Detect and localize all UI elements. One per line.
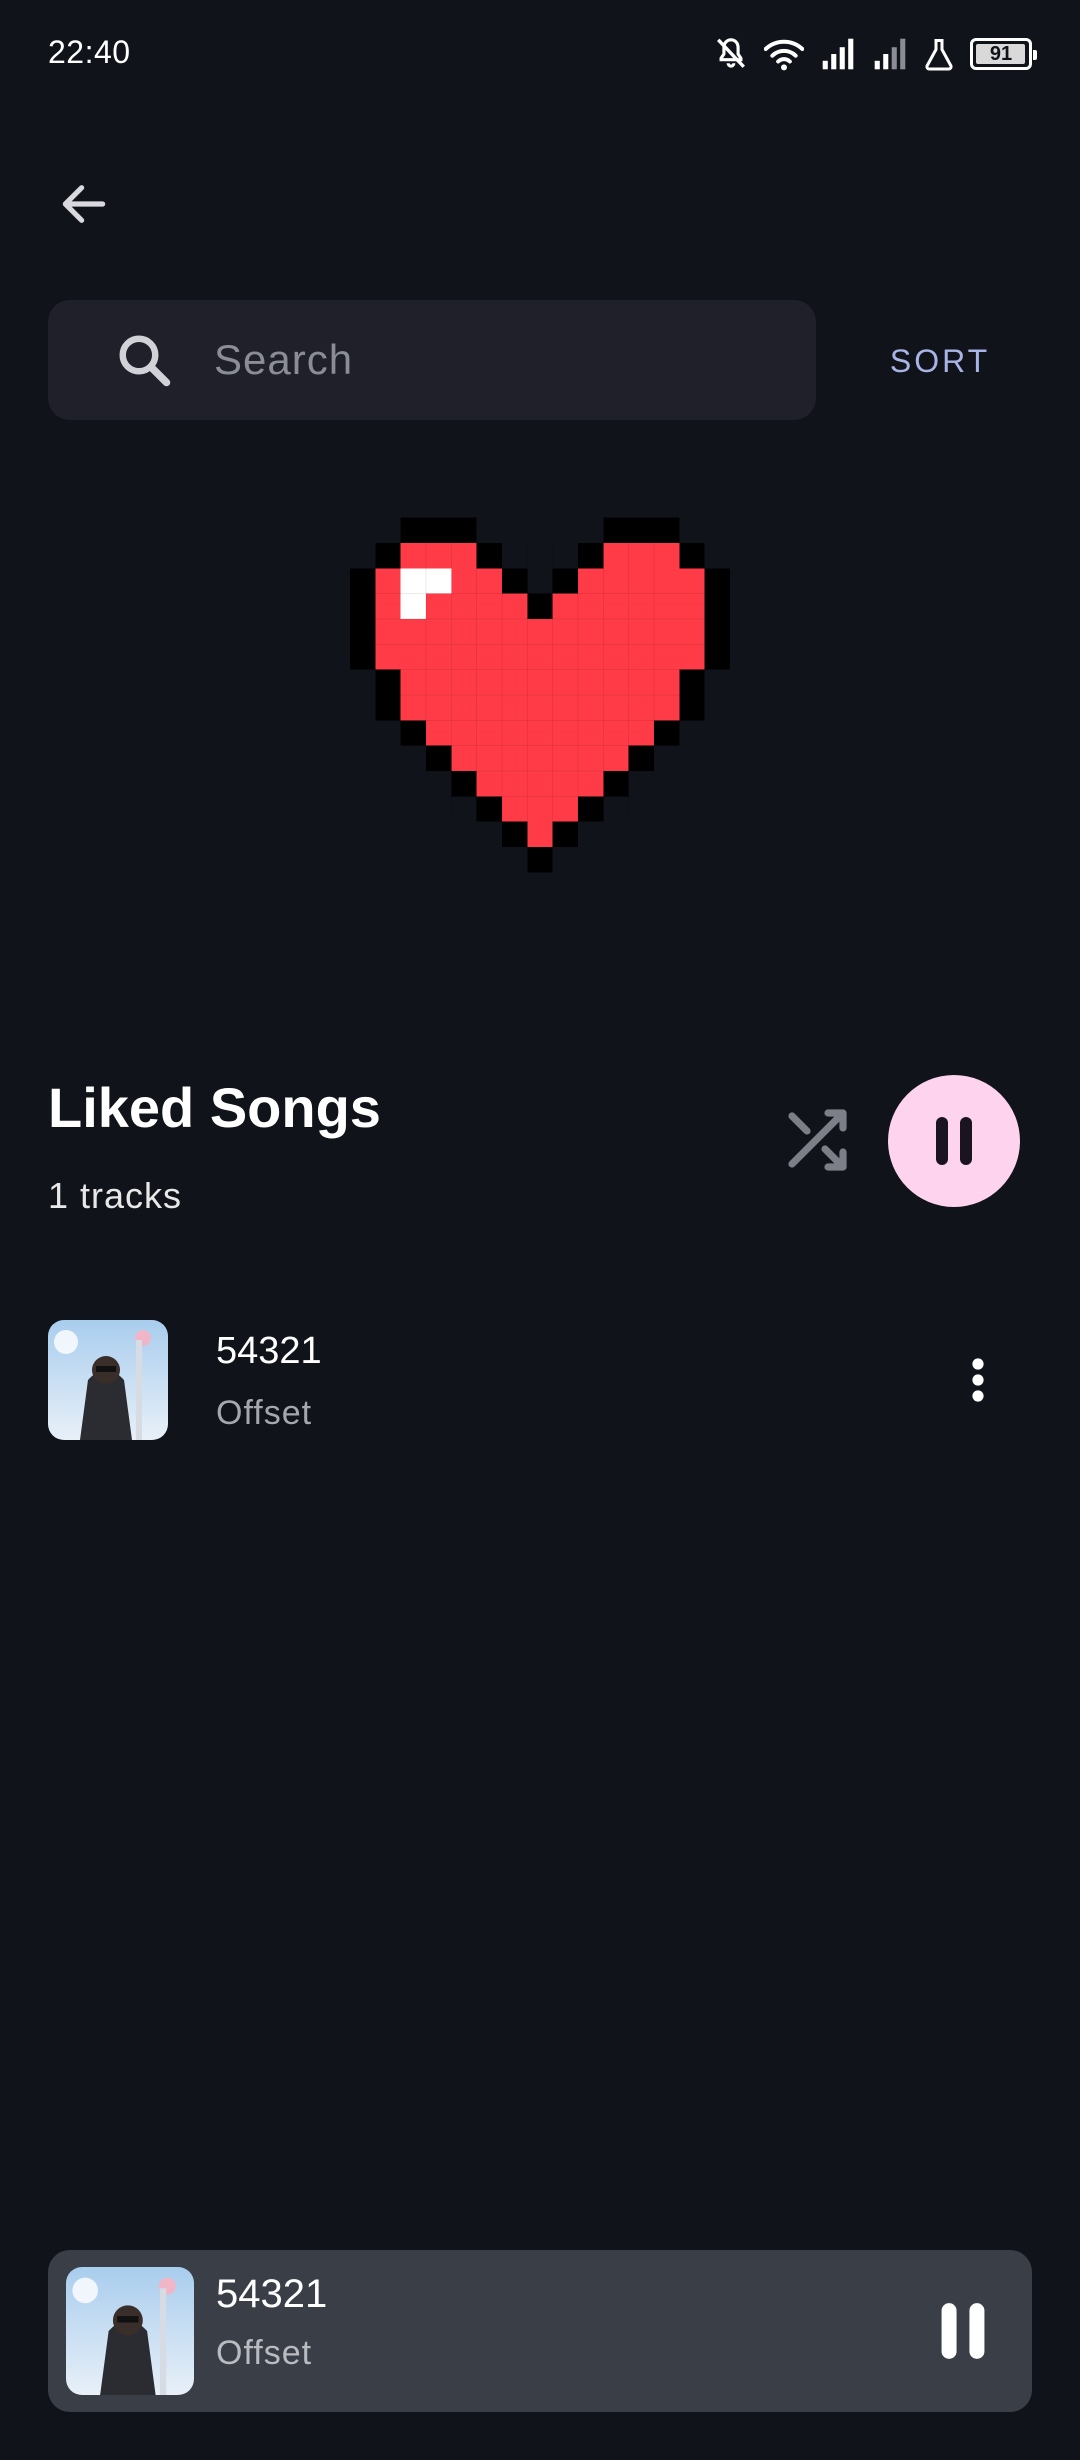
- more-vert-icon: [972, 1358, 984, 1402]
- pixel-heart-icon: [350, 517, 730, 873]
- battery-percent: 91: [989, 42, 1013, 65]
- bell-off-icon: [717, 38, 745, 68]
- search-input[interactable]: [214, 320, 774, 400]
- mini-album-cover-image: [66, 2267, 194, 2395]
- mini-player-pause-button[interactable]: [928, 2296, 998, 2366]
- shuffle-button[interactable]: [776, 1100, 856, 1180]
- mini-player-artist: Offset: [216, 2334, 313, 2372]
- album-cover-image: [48, 1320, 168, 1440]
- track-more-button[interactable]: [952, 1350, 1004, 1410]
- battery-icon: 91: [970, 38, 1037, 70]
- sort-button[interactable]: SORT: [870, 335, 1010, 387]
- track-title: 54321: [216, 1330, 322, 1372]
- status-bar: 22:40 91: [0, 0, 1080, 110]
- album-art: [48, 1320, 168, 1440]
- mini-player-album-art: [66, 2267, 194, 2395]
- pause-icon: [936, 1117, 972, 1165]
- liked-songs-screen: 22:40 91 Search SORT Liked Songs 1 track…: [0, 0, 1080, 2460]
- playlist-title: Liked Songs: [48, 1076, 381, 1139]
- status-icons: 91: [714, 32, 1037, 76]
- status-time: 22:40: [48, 34, 131, 70]
- track-count: 1 tracks: [48, 1175, 183, 1216]
- track-row[interactable]: 54321 Offset: [0, 1310, 1080, 1450]
- play-pause-button[interactable]: [888, 1075, 1020, 1207]
- signal-icon: [822, 38, 854, 70]
- shuffle-icon: [788, 1109, 847, 1171]
- mini-player-title: 54321: [216, 2272, 328, 2316]
- wifi-icon: [764, 39, 804, 71]
- track-artist: Offset: [216, 1394, 313, 1432]
- mini-player[interactable]: 54321 Offset: [48, 2250, 1032, 2412]
- arrow-left-icon: [62, 185, 106, 223]
- flask-icon: [925, 39, 953, 71]
- pause-icon: [941, 2303, 985, 2359]
- signal-icon: [874, 38, 906, 70]
- search-box[interactable]: [48, 300, 816, 420]
- search-icon: [119, 335, 171, 387]
- back-button[interactable]: [48, 168, 120, 240]
